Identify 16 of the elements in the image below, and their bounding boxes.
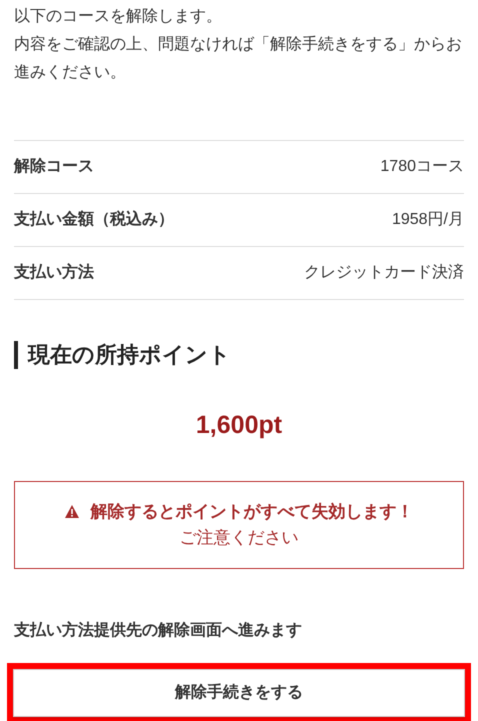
warning-title: 解除するとポイントがすべて失効します！ (90, 500, 414, 522)
detail-value: 1780コース (380, 157, 464, 177)
detail-label: 解除コース (14, 156, 94, 177)
warning-icon (64, 505, 78, 518)
detail-label: 支払い方法 (14, 262, 94, 283)
heading-bar (14, 340, 18, 368)
intro-text: 内容をご確認の上、問題なければ「解除手続きをする」からお進みください。 (14, 34, 463, 83)
notice-text: 支払い方法提供先の解除画面へ進みます (14, 620, 303, 640)
detail-label: 支払い金額（税込み） (14, 209, 174, 230)
detail-value: 1958円/月 (392, 210, 464, 230)
cancel-procedure-button[interactable]: 解除手続きをする (13, 668, 465, 716)
intro-text: 以下のコースを解除します。 (14, 6, 223, 27)
section-heading: 現在の所持ポイント (28, 341, 231, 369)
warning-note: ご注意ください (180, 526, 298, 548)
detail-value: クレジットカード決済 (304, 262, 464, 283)
points-amount: 1,600pt (196, 410, 282, 441)
